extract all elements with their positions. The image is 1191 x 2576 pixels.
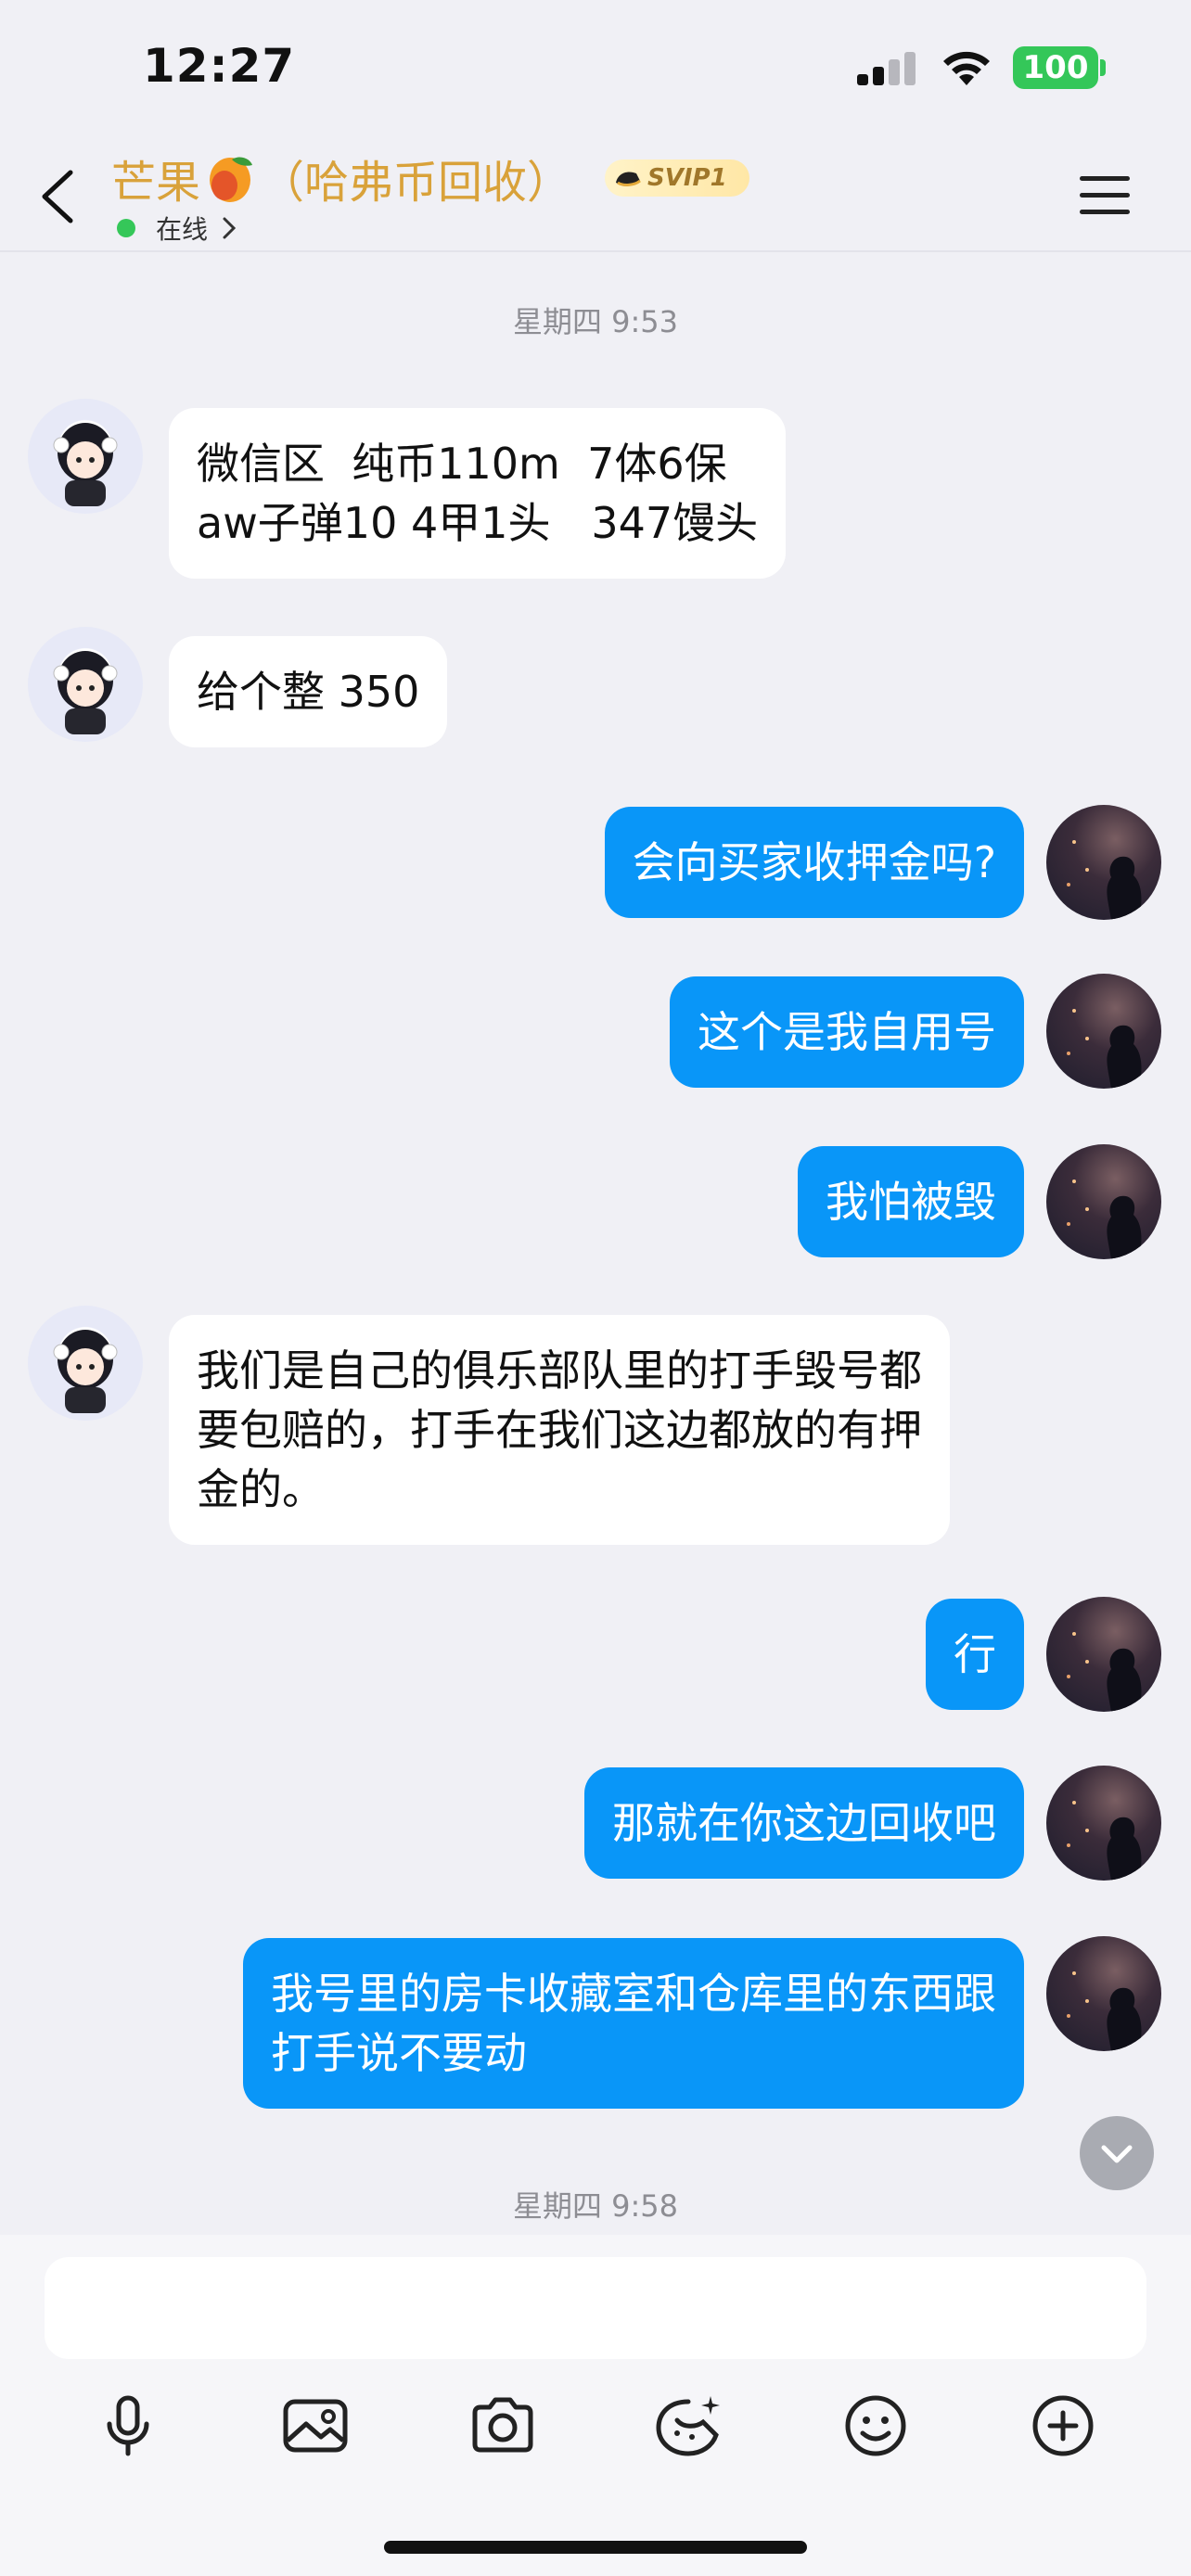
user-avatar-icon [1067,1971,1142,2051]
chat-header: 芒果 （哈弗币回收） SVIP1 在线 [0,139,1191,252]
svip-badge: SVIP1 [605,159,749,197]
avatar[interactable] [28,627,143,742]
contact-avatar-icon [53,651,118,734]
message-bubble[interactable]: 会向买家收押金吗? [604,807,1024,918]
mango-icon [210,157,253,202]
contact-name: 芒果 [111,157,201,209]
contact-avatar-icon [53,423,118,506]
avatar[interactable] [1046,805,1161,920]
user-avatar-icon [1067,1009,1142,1089]
input-area [0,2235,1191,2576]
user-avatar-icon [1067,1632,1142,1712]
sticker-icon[interactable] [649,2387,727,2465]
online-dot [117,219,135,237]
message-input[interactable] [45,2257,1146,2359]
message-bubble[interactable]: 给个整 350 [169,636,448,747]
emoji-icon[interactable] [837,2387,915,2465]
status-bar: 12:27 100 [0,0,1191,139]
timestamp: 星期四 9:58 [512,2188,679,2224]
avatar[interactable] [28,1306,143,1421]
home-indicator [384,2541,807,2554]
scroll-down-button[interactable] [1080,2116,1154,2190]
chevron-right-icon [223,217,237,239]
message-bubble[interactable]: 微信区 纯币110m 7体6保 aw子弹10 4甲1头 347馒头 [169,408,787,579]
timestamp: 星期四 9:53 [512,304,679,339]
chat-title[interactable]: 芒果 （哈弗币回收） SVIP1 [111,143,749,213]
avatar[interactable] [1046,1936,1161,2051]
back-icon[interactable] [28,159,93,234]
microphone-icon[interactable] [89,2387,167,2465]
svip-label: SVIP1 [647,164,727,192]
menu-icon[interactable] [1078,167,1132,223]
message-bubble[interactable]: 我们是自己的俱乐部队里的打手毁号都 要包赔的，打手在我们这边都放的有押 金的。 [169,1315,950,1545]
signal-icon [857,52,916,85]
chevron-down-icon [1101,2145,1133,2163]
plus-icon[interactable] [1024,2387,1102,2465]
message-bubble[interactable]: 我怕被毁 [798,1146,1024,1257]
image-icon[interactable] [276,2387,354,2465]
user-avatar-icon [1067,840,1142,920]
status-time: 12:27 [143,39,296,93]
user-avatar-icon [1067,1801,1142,1881]
contact-avatar-icon [53,1330,118,1413]
avatar[interactable] [1046,974,1161,1089]
online-label: 在线 [156,214,209,245]
user-avatar-icon [1067,1180,1142,1259]
message-bubble[interactable]: 我号里的房卡收藏室和仓库里的东西跟 打手说不要动 [243,1938,1024,2109]
wifi-icon [943,51,990,85]
online-status[interactable]: 在线 [117,210,239,247]
battery-indicator: 100 [1013,46,1098,89]
avatar[interactable] [1046,1144,1161,1259]
message-bubble[interactable]: 行 [926,1599,1024,1710]
contact-tag: （哈弗币回收） [260,157,572,209]
avatar[interactable] [1046,1766,1161,1881]
camera-icon[interactable] [464,2387,542,2465]
battery-tip [1100,59,1106,76]
message-bubble[interactable]: 这个是我自用号 [670,976,1024,1088]
message-bubble[interactable]: 那就在你这边回收吧 [584,1767,1024,1879]
avatar[interactable] [1046,1597,1161,1712]
cap-icon [616,172,641,186]
avatar[interactable] [28,399,143,514]
